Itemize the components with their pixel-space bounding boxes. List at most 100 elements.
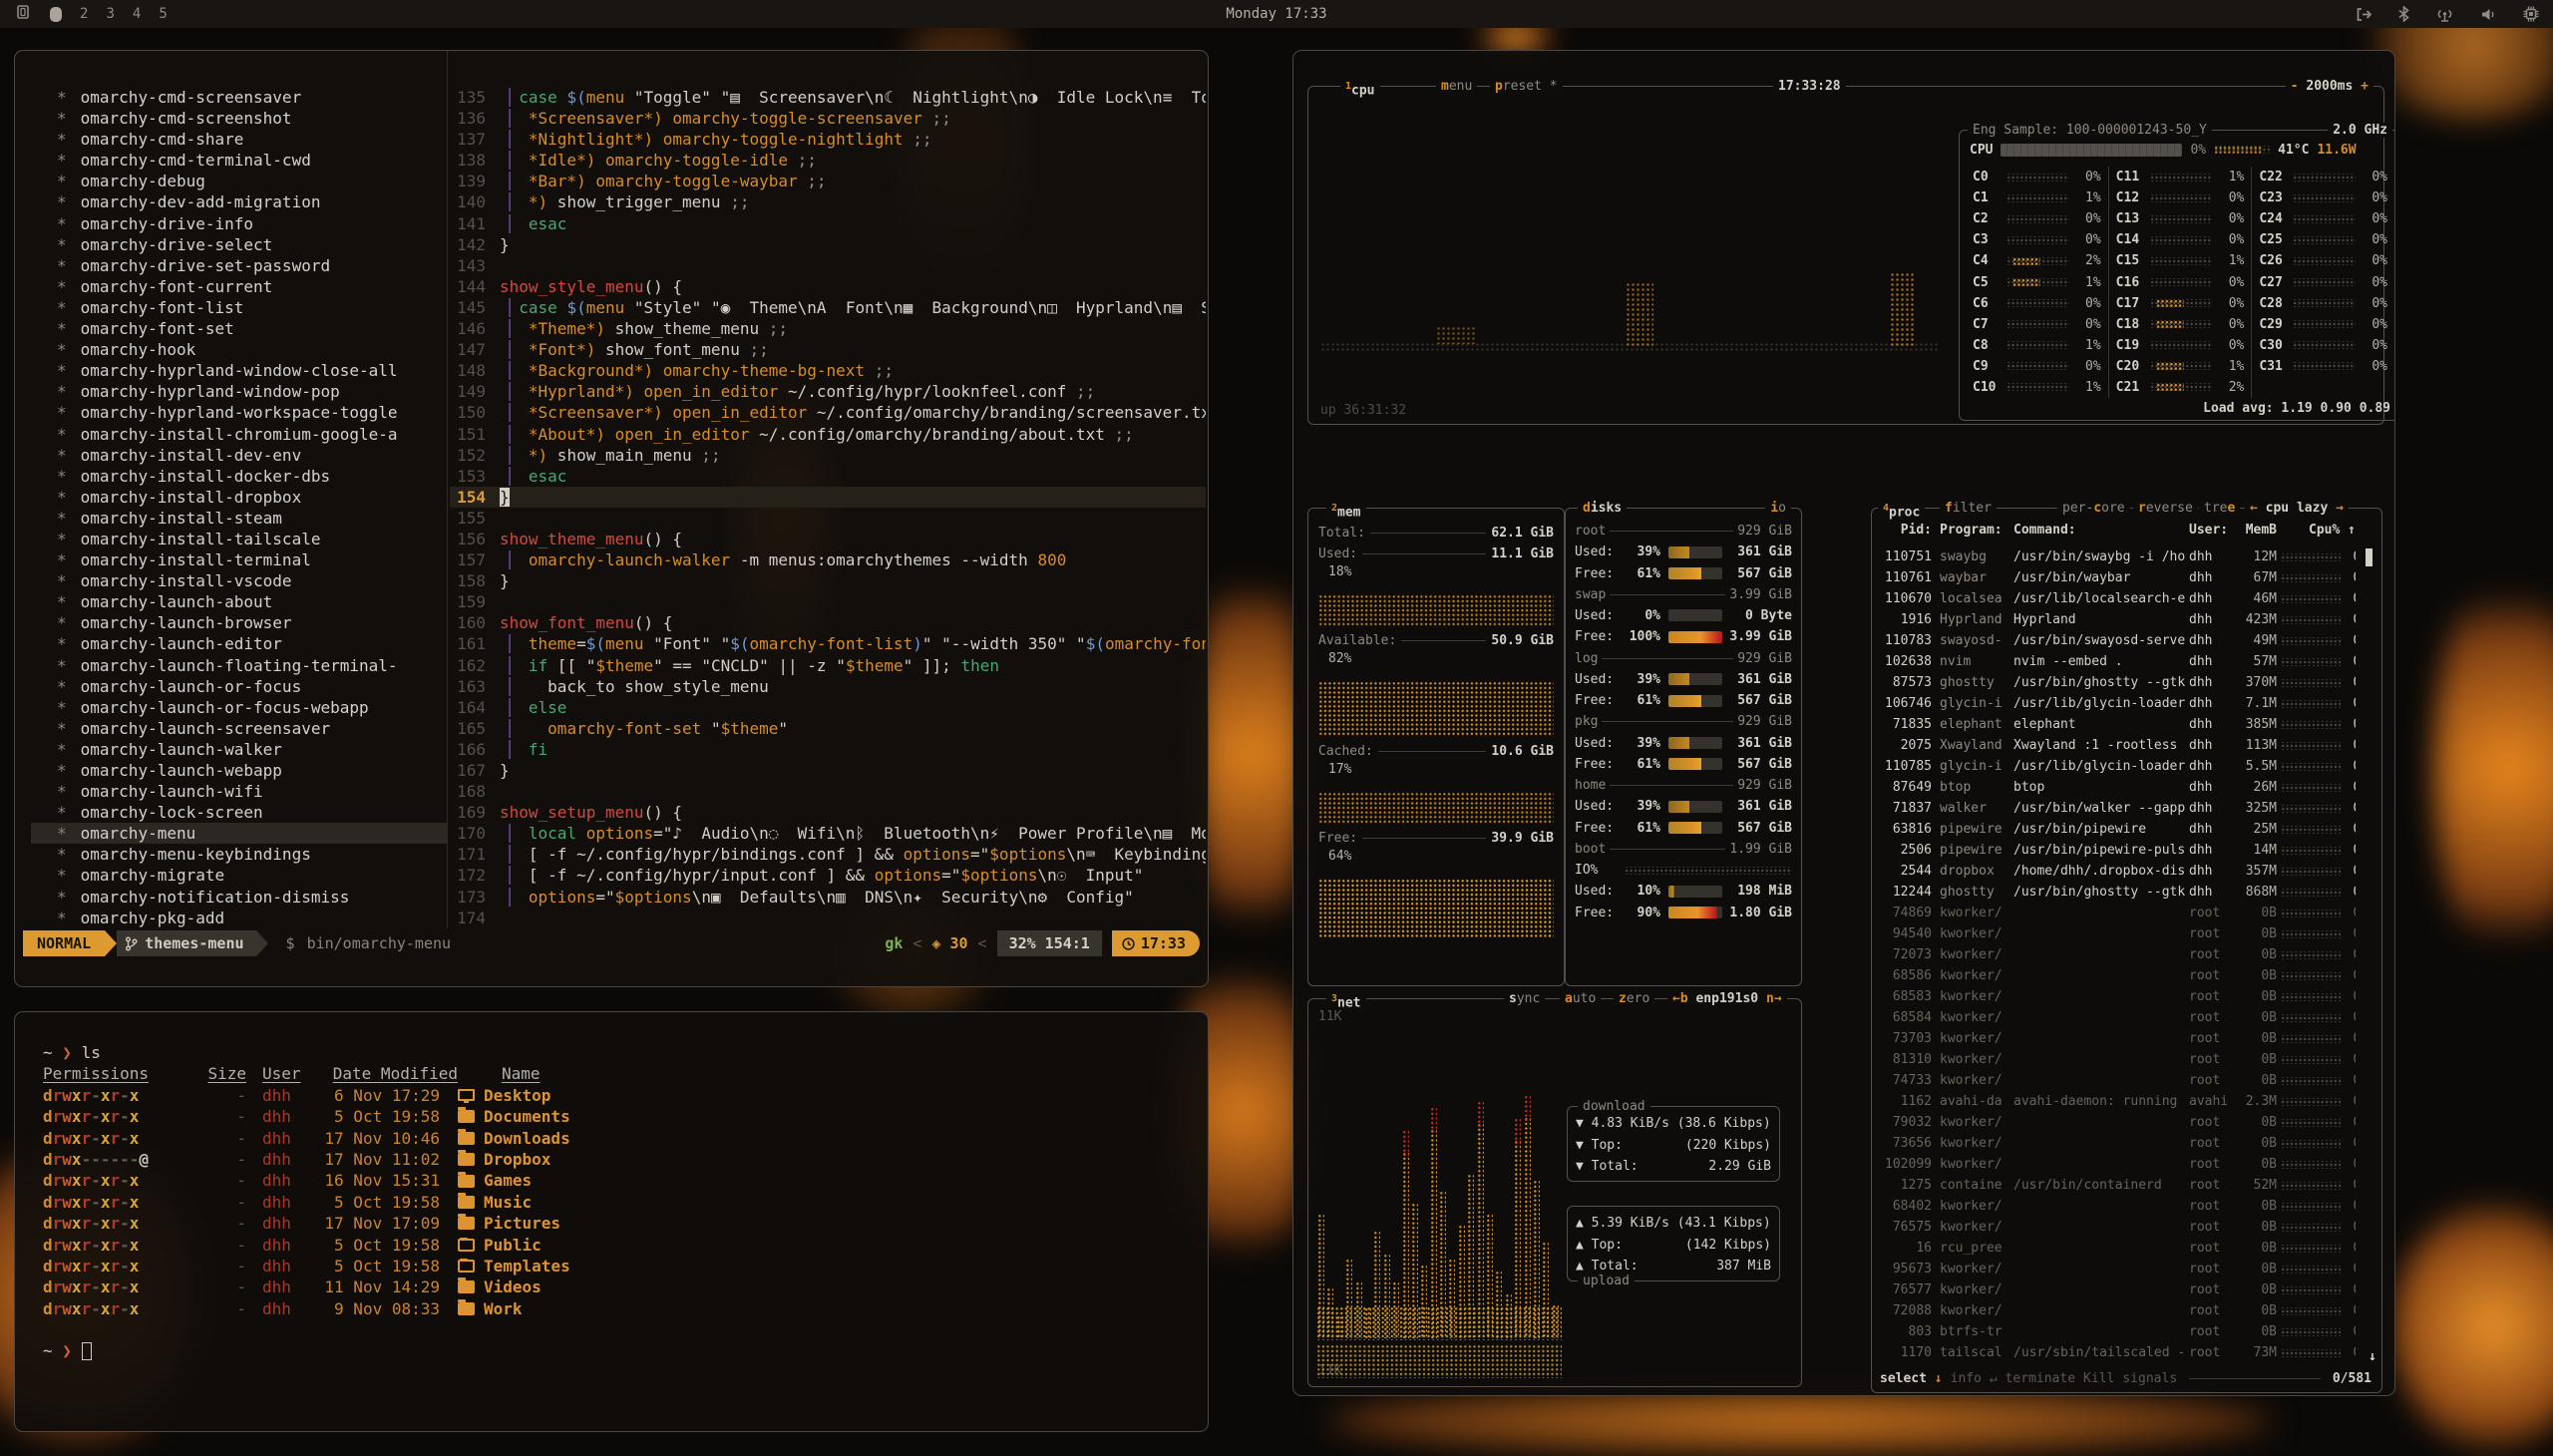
proc-scrollbar[interactable]: [2366, 546, 2373, 1362]
file-list-item[interactable]: *omarchy-hyprland-workspace-toggle: [31, 402, 447, 423]
process-row[interactable]: 102638nvimnvim --embed .dhh57M0.0: [1880, 651, 2356, 672]
file-list-item[interactable]: *omarchy-font-set: [31, 318, 447, 339]
file-list-item[interactable]: *omarchy-cmd-screenshot: [31, 108, 447, 129]
file-list-item[interactable]: *omarchy-launch-wifi: [31, 781, 447, 802]
disks-tab[interactable]: disks: [1578, 501, 1627, 516]
sync-toggle[interactable]: sync: [1504, 991, 1545, 1006]
window-stack-icon[interactable]: [16, 4, 32, 24]
process-row[interactable]: 16rcu_preeroot0B0.0: [1880, 1238, 2356, 1259]
workspace-5[interactable]: 5: [159, 6, 167, 22]
process-row[interactable]: 68586kworker/root0B0.0: [1880, 965, 2356, 986]
process-row[interactable]: 106746glycin-i/usr/lib/glycin-loadersdhh…: [1880, 693, 2356, 714]
process-row[interactable]: 102099kworker/root0B0.0: [1880, 1154, 2356, 1175]
file-list-item[interactable]: *omarchy-launch-browser: [31, 612, 447, 633]
file-list-item[interactable]: *omarchy-launch-walker: [31, 739, 447, 760]
process-row[interactable]: 1170tailscal/usr/sbin/tailscaled --root7…: [1880, 1342, 2356, 1363]
file-list-item[interactable]: *omarchy-install-tailscale: [31, 529, 447, 549]
kill-button[interactable]: Kill: [2083, 1371, 2114, 1386]
process-row[interactable]: 76575kworker/root0B0.0: [1880, 1217, 2356, 1238]
sort-switcher[interactable]: ← cpu lazy →: [2245, 501, 2349, 516]
process-row[interactable]: 1275containe/usr/bin/containerdroot52M0.…: [1880, 1175, 2356, 1196]
file-list-item[interactable]: *omarchy-notification-dismiss: [31, 887, 447, 908]
file-list-item[interactable]: *omarchy-launch-or-focus-webapp: [31, 697, 447, 718]
file-list-item[interactable]: *omarchy-install-terminal: [31, 549, 447, 570]
interval-control[interactable]: - 2000ms +: [2286, 79, 2373, 94]
info-button[interactable]: info ↵: [1951, 1371, 1998, 1386]
file-list-item[interactable]: *omarchy-install-chromium-google-a: [31, 424, 447, 445]
file-list-item[interactable]: *omarchy-font-current: [31, 276, 447, 297]
network-icon[interactable]: [2435, 7, 2454, 22]
process-row[interactable]: 110783swayosd-/usr/bin/swayosd-serverdhh…: [1880, 630, 2356, 651]
process-row[interactable]: 12244ghostty/usr/bin/ghostty --gtk-dhh86…: [1880, 882, 2356, 903]
process-row[interactable]: 68583kworker/root0B0.0: [1880, 986, 2356, 1007]
file-list-item[interactable]: *omarchy-menu: [31, 823, 447, 844]
file-list-item[interactable]: *omarchy-menu-keybindings: [31, 844, 447, 865]
terminate-button[interactable]: terminate: [2006, 1371, 2075, 1386]
file-list-item[interactable]: *omarchy-cmd-screensaver: [31, 87, 447, 108]
zero-toggle[interactable]: zero: [1614, 991, 1654, 1006]
scroll-down-icon[interactable]: ↓: [2369, 1349, 2376, 1364]
process-row[interactable]: 2075XwaylandXwayland :1 -rootless -dhh11…: [1880, 735, 2356, 756]
process-row[interactable]: 1162avahi-daavahi-daemon: running [avahi…: [1880, 1091, 2356, 1112]
file-list-item[interactable]: *omarchy-dev-add-migration: [31, 191, 447, 212]
auto-toggle[interactable]: auto: [1560, 991, 1601, 1006]
file-list-item[interactable]: *omarchy-launch-webapp: [31, 760, 447, 781]
file-list-item[interactable]: *omarchy-launch-editor: [31, 633, 447, 654]
bluetooth-icon[interactable]: [2398, 6, 2409, 22]
process-row[interactable]: 1916HyprlandHyprlanddhh423M0.0: [1880, 609, 2356, 630]
file-list-item[interactable]: *omarchy-hyprland-window-pop: [31, 381, 447, 402]
reverse-toggle[interactable]: reverse: [2133, 501, 2198, 516]
volume-icon[interactable]: [2480, 7, 2497, 22]
process-row[interactable]: 110761waybar/usr/bin/waybardhh67M0.0: [1880, 567, 2356, 588]
file-list-item[interactable]: *omarchy-install-dropbox: [31, 487, 447, 508]
process-row[interactable]: 2544dropbox/home/dhh/.dropbox-distdhh357…: [1880, 861, 2356, 882]
file-list-item[interactable]: *omarchy-launch-about: [31, 591, 447, 612]
process-row[interactable]: 68402kworker/root0B0.0: [1880, 1196, 2356, 1217]
preset-button[interactable]: preset *: [1490, 79, 1563, 94]
workspace-active[interactable]: [50, 7, 62, 22]
process-row[interactable]: 95673kworker/root0B0.0: [1880, 1259, 2356, 1279]
process-row[interactable]: 73703kworker/root0B0.0: [1880, 1028, 2356, 1049]
logout-icon[interactable]: [2356, 7, 2372, 22]
file-list-item[interactable]: *omarchy-launch-screensaver: [31, 718, 447, 739]
file-list-item[interactable]: *omarchy-install-steam: [31, 508, 447, 529]
workspace-2[interactable]: 2: [80, 6, 88, 22]
file-list-item[interactable]: *omarchy-install-vscode: [31, 570, 447, 591]
process-row[interactable]: 79032kworker/root0B0.0: [1880, 1112, 2356, 1133]
file-list-item[interactable]: *omarchy-launch-or-focus: [31, 676, 447, 697]
process-row[interactable]: 63816pipewire/usr/bin/pipewiredhh25M0.0: [1880, 819, 2356, 840]
process-row[interactable]: 81310kworker/root0B0.0: [1880, 1049, 2356, 1070]
proc-tab[interactable]: 4proc: [1878, 501, 1925, 520]
file-list-item[interactable]: *omarchy-cmd-share: [31, 129, 447, 150]
process-row[interactable]: 73656kworker/root0B0.0: [1880, 1133, 2356, 1154]
process-row[interactable]: 71837walker/usr/bin/walker --gappldhh325…: [1880, 798, 2356, 819]
net-tab[interactable]: 3net: [1326, 991, 1366, 1010]
signals-button[interactable]: signals: [2122, 1371, 2177, 1386]
process-row[interactable]: 74733kworker/root0B0.0: [1880, 1070, 2356, 1091]
file-list-item[interactable]: *omarchy-pkg-add: [31, 908, 447, 928]
file-list-item[interactable]: *omarchy-launch-floating-terminal-: [31, 655, 447, 676]
file-list-item[interactable]: *omarchy-lock-screen: [31, 802, 447, 823]
tree-toggle[interactable]: tree: [2199, 501, 2240, 516]
process-row[interactable]: 110751swaybg/usr/bin/swaybg -i /homdhh12…: [1880, 546, 2356, 567]
file-list-item[interactable]: *omarchy-cmd-terminal-cwd: [31, 150, 447, 171]
file-list-item[interactable]: *omarchy-drive-set-password: [31, 255, 447, 276]
chip-icon[interactable]: [2523, 6, 2539, 22]
process-row[interactable]: 803btrfs-trroot0B0.0: [1880, 1321, 2356, 1342]
process-row[interactable]: 110670localsea/usr/lib/localsearch-exdhh…: [1880, 588, 2356, 609]
file-list-item[interactable]: *omarchy-migrate: [31, 865, 447, 886]
io-toggle[interactable]: io: [1765, 501, 1791, 516]
process-row[interactable]: 110785glycin-i/usr/lib/glycin-loadersdhh…: [1880, 756, 2356, 777]
process-row[interactable]: 76577kworker/root0B0.0: [1880, 1279, 2356, 1300]
process-row[interactable]: 68584kworker/root0B0.0: [1880, 1007, 2356, 1028]
menu-button[interactable]: menu: [1436, 79, 1477, 94]
filter-button[interactable]: filter: [1940, 501, 1997, 516]
interface-switcher[interactable]: ←b enp191s0 n→: [1667, 991, 1787, 1006]
process-row[interactable]: 87649btopbtopdhh26M0.0: [1880, 777, 2356, 798]
per-core-toggle[interactable]: per-core: [2057, 501, 2130, 516]
prompt-line[interactable]: ~ ❯: [15, 1340, 1208, 1361]
file-list-item[interactable]: *omarchy-hyprland-window-close-all: [31, 360, 447, 381]
file-list-item[interactable]: *omarchy-debug: [31, 171, 447, 191]
file-list-item[interactable]: *omarchy-hook: [31, 339, 447, 360]
file-list-item[interactable]: *omarchy-drive-select: [31, 234, 447, 255]
